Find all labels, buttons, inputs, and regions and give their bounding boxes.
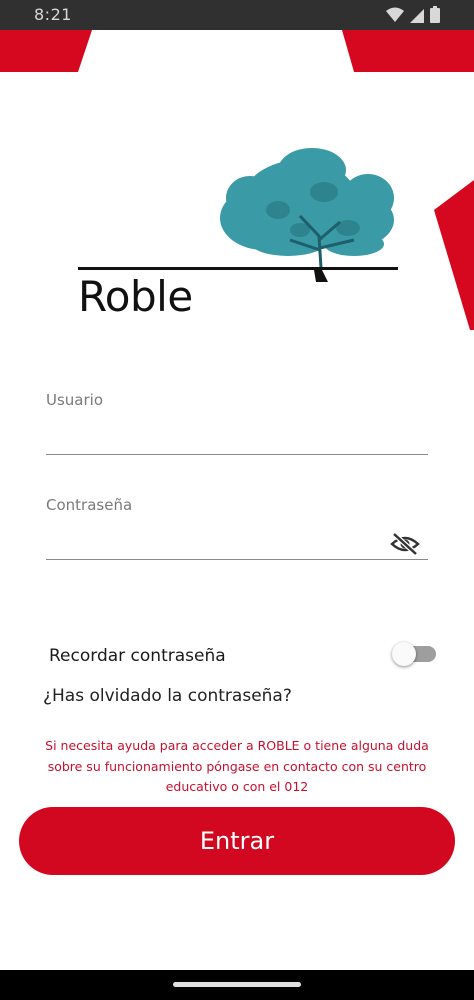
decorative-red-shape-right	[342, 30, 474, 72]
toggle-thumb	[392, 642, 416, 666]
password-label: Contraseña	[46, 496, 133, 514]
home-gesture-handle[interactable]	[173, 982, 301, 987]
username-label: Usuario	[46, 391, 104, 409]
remember-password-label: Recordar contraseña	[49, 646, 226, 666]
battery-icon	[430, 6, 440, 23]
navigation-bar	[0, 970, 474, 1000]
enter-button[interactable]: Entrar	[19, 807, 455, 875]
status-icons	[386, 6, 440, 23]
remember-password-toggle[interactable]	[392, 642, 438, 668]
decorative-red-shape-left	[0, 30, 92, 72]
wifi-icon	[386, 7, 404, 23]
signal-icon	[410, 7, 424, 23]
status-time: 8:21	[34, 5, 72, 24]
app-logo-text: Roble	[78, 272, 193, 321]
password-field: Contraseña	[46, 496, 428, 562]
forgot-password-link[interactable]: ¿Has olvidado la contraseña?	[43, 686, 292, 706]
eye-off-icon[interactable]	[390, 532, 420, 556]
status-bar: 8:21	[0, 0, 474, 30]
username-underline	[46, 454, 428, 455]
username-field: Usuario	[46, 391, 428, 457]
password-input[interactable]	[46, 528, 386, 554]
decorative-red-shape-side	[434, 180, 474, 330]
login-screen: 8:21 Roble Usuario Contraseña Recordar c…	[0, 0, 474, 1000]
help-text: Si necesita ayuda para acceder a ROBLE o…	[45, 738, 429, 794]
username-input[interactable]	[46, 423, 386, 449]
password-underline	[46, 559, 428, 560]
